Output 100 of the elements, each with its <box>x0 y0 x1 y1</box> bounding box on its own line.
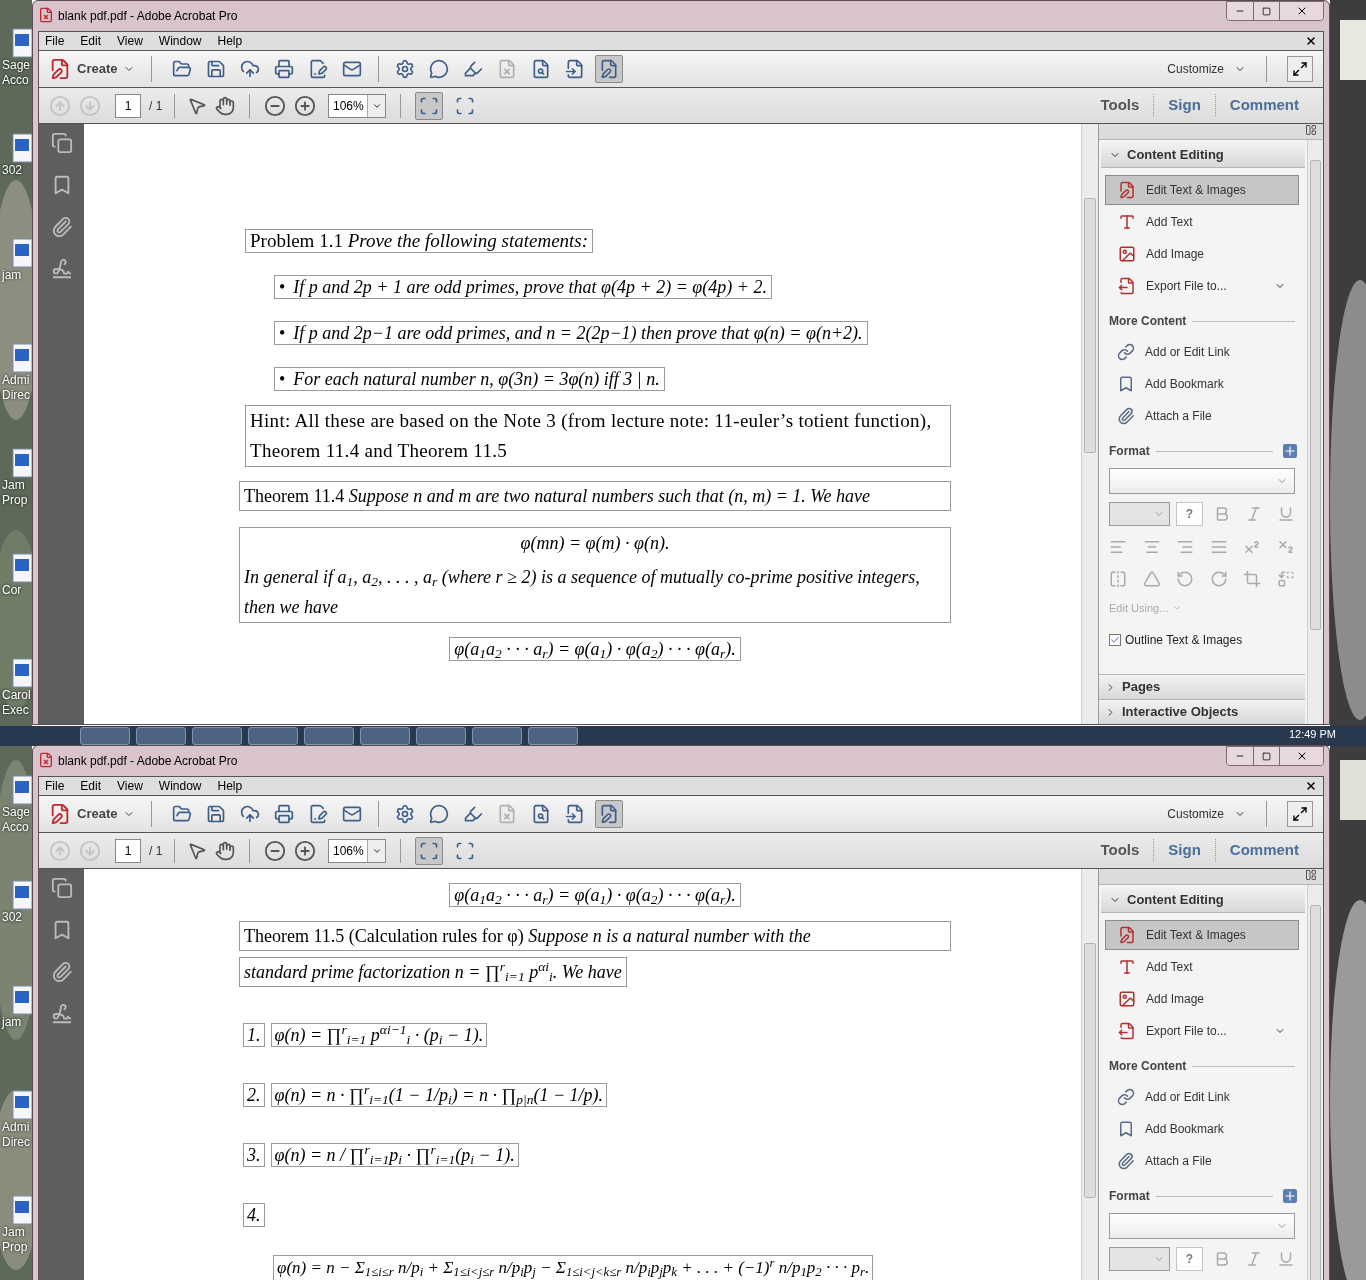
desktop-icon-label[interactable]: 302 <box>2 163 32 178</box>
document-file-icon[interactable] <box>12 775 32 805</box>
signature-icon[interactable] <box>50 258 73 280</box>
scrollbar-thumb[interactable] <box>1084 943 1096 1198</box>
menu-item[interactable]: File <box>45 32 65 50</box>
hand-icon[interactable] <box>215 95 236 116</box>
tool-icon[interactable] <box>1117 1152 1135 1170</box>
menu-item[interactable]: View <box>117 32 143 50</box>
tool-icon[interactable] <box>1118 1022 1136 1040</box>
add-icon[interactable] <box>1283 444 1297 458</box>
menu-item[interactable]: File <box>45 777 65 795</box>
desktop-icon-label[interactable]: Jam Prop <box>2 478 32 508</box>
close-button[interactable] <box>1279 747 1323 765</box>
tool-icon[interactable] <box>1118 990 1136 1008</box>
task-pane-tab[interactable]: Tools <box>1086 94 1154 117</box>
panel-tool-item[interactable]: Edit Text & Images <box>1105 920 1299 950</box>
tool-icon[interactable] <box>1118 213 1136 231</box>
document-file-icon[interactable] <box>12 1090 32 1120</box>
panel-tool-item[interactable]: Add Text <box>1105 207 1299 237</box>
menu-item[interactable]: Help <box>217 777 243 795</box>
document-file-icon[interactable] <box>12 238 32 268</box>
scrollbar-thumb[interactable] <box>1310 160 1321 630</box>
full-screen-button[interactable] <box>1287 801 1313 827</box>
desktop-icon-label[interactable]: Cor <box>2 583 32 598</box>
tool-icon[interactable] <box>1118 181 1136 199</box>
menu-item[interactable]: Window <box>158 777 202 795</box>
page-number-field[interactable]: 1 <box>115 93 141 118</box>
maximize-icon[interactable] <box>1262 6 1271 16</box>
font-dropdown[interactable] <box>1109 1213 1295 1239</box>
minimize-button[interactable] <box>1227 747 1253 765</box>
desktop-icon-label[interactable]: jam <box>2 1015 32 1030</box>
tool-icon[interactable] <box>1117 343 1135 361</box>
document-file-icon[interactable] <box>12 553 32 583</box>
tool-icon[interactable] <box>1117 1088 1135 1106</box>
panel-tool-item[interactable]: Add Bookmark <box>1105 368 1299 400</box>
panel-section-header[interactable]: Content Editing <box>1101 887 1305 913</box>
panel-tool-item[interactable]: Add Image <box>1105 984 1299 1014</box>
desktop-icon-label[interactable]: Sage Acco <box>2 805 32 835</box>
tool-icon[interactable] <box>1118 926 1136 944</box>
scrollbar-thumb[interactable] <box>1084 198 1096 453</box>
tool-icon[interactable] <box>1117 375 1135 393</box>
scrollbar-thumb[interactable] <box>1310 905 1321 1280</box>
zoom-out-icon[interactable] <box>264 94 287 117</box>
expand-arrows-icon[interactable] <box>1292 61 1308 77</box>
panel-tool-item[interactable]: Export File to... <box>1105 271 1299 301</box>
add-icon[interactable] <box>1283 1189 1297 1203</box>
maximize-button[interactable] <box>1253 747 1279 765</box>
tool-icon[interactable] <box>1118 245 1136 263</box>
desktop-icon-label[interactable]: Carol Exec <box>2 688 32 718</box>
panel-tool-item[interactable]: Attach a File <box>1105 400 1299 432</box>
close-icon[interactable] <box>1305 780 1317 792</box>
desktop-icon-label[interactable]: 302 <box>2 910 32 925</box>
create-document-icon[interactable] <box>49 58 71 80</box>
panel-tool-item[interactable]: Add or Edit Link <box>1105 1081 1299 1113</box>
document-file-icon[interactable] <box>12 343 32 373</box>
close-button[interactable] <box>1279 2 1323 20</box>
panel-tool-item[interactable]: Attach a File <box>1105 1145 1299 1177</box>
expand-arrows-icon[interactable] <box>1292 806 1308 822</box>
checkbox[interactable] <box>1109 633 1121 646</box>
font-dropdown[interactable] <box>1109 468 1295 494</box>
panel-section-header[interactable]: Content Editing <box>1101 142 1305 168</box>
create-document-icon[interactable] <box>49 803 71 825</box>
help-button[interactable]: ? <box>1175 1247 1203 1271</box>
paperclip-icon[interactable] <box>50 216 73 238</box>
task-pane-tab[interactable]: Sign <box>1153 839 1215 862</box>
customize-menu[interactable]: Customize <box>1167 805 1246 823</box>
zoom-in-icon[interactable] <box>294 839 317 862</box>
tool-icon[interactable] <box>1118 277 1136 295</box>
panel-section-header[interactable]: Pages <box>1099 674 1305 699</box>
document-file-icon[interactable] <box>12 658 32 688</box>
document-file-icon[interactable] <box>12 133 32 163</box>
panel-options-icon[interactable] <box>1305 869 1317 881</box>
document-file-icon[interactable] <box>12 28 32 58</box>
full-screen-button[interactable] <box>1287 56 1313 82</box>
tool-icon[interactable] <box>1117 407 1135 425</box>
panel-tool-item[interactable]: Export File to... <box>1105 1016 1299 1046</box>
tool-icon[interactable] <box>1117 1120 1135 1138</box>
create-button[interactable]: Create <box>49 58 136 80</box>
document-file-icon[interactable] <box>12 1195 32 1225</box>
panel-tool-item[interactable]: Add or Edit Link <box>1105 336 1299 368</box>
maximize-button[interactable] <box>1253 2 1279 20</box>
desktop-icon-label[interactable]: Sage Acco <box>2 58 32 88</box>
panel-tool-item[interactable]: Add Image <box>1105 239 1299 269</box>
close-icon[interactable] <box>1305 35 1317 47</box>
menu-item[interactable]: Window <box>158 32 202 50</box>
help-button[interactable]: ? <box>1175 502 1203 526</box>
zoom-dropdown[interactable]: 106% <box>328 838 387 863</box>
customize-menu[interactable]: Customize <box>1167 60 1246 78</box>
pages-icon[interactable] <box>50 877 73 899</box>
paperclip-icon[interactable] <box>50 961 73 983</box>
panel-section-header[interactable]: Interactive Objects <box>1099 699 1305 724</box>
menu-item[interactable]: Help <box>217 32 243 50</box>
document-file-icon[interactable] <box>12 985 32 1015</box>
panel-tool-item[interactable]: Add Bookmark <box>1105 1113 1299 1145</box>
task-pane-tab[interactable]: Sign <box>1153 94 1215 117</box>
panel-tool-item[interactable]: Add Text <box>1105 952 1299 982</box>
zoom-dropdown[interactable]: 106% <box>328 93 387 118</box>
menu-item[interactable]: Edit <box>80 32 102 50</box>
menu-item[interactable]: View <box>117 777 143 795</box>
document-file-icon[interactable] <box>12 448 32 478</box>
